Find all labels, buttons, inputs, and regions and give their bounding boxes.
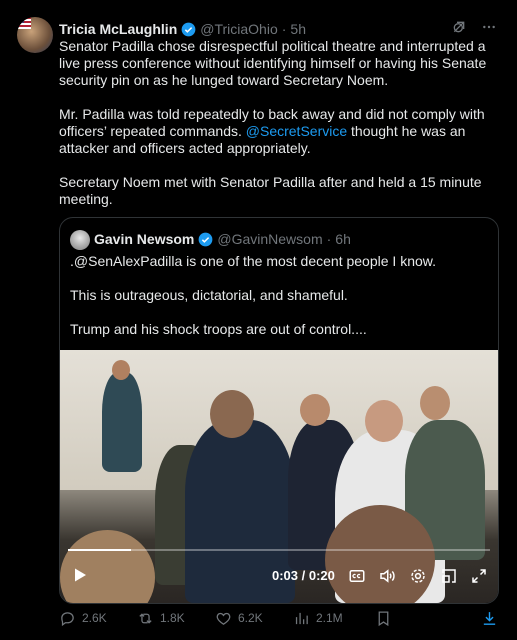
quoted-author-avatar[interactable]: [70, 230, 90, 250]
quoted-line-2: This is outrageous, dictatorial, and sha…: [70, 287, 348, 303]
quoted-tweet-time[interactable]: 6h: [335, 231, 351, 247]
video-controls: 0:03 / 0:20: [60, 563, 498, 589]
play-icon[interactable]: [72, 567, 88, 583]
tweet-text: Senator Padilla chose disrespectful poli…: [59, 38, 499, 225]
view-count: 2.1M: [316, 611, 343, 625]
video-figure-head: [210, 390, 254, 438]
repost-icon: [139, 612, 152, 624]
like-button[interactable]: 6.2K: [215, 610, 263, 627]
more-icon[interactable]: [481, 19, 497, 35]
repost-button[interactable]: 1.8K: [137, 610, 185, 627]
pip-icon[interactable]: [440, 567, 458, 585]
video-progress-fill: [68, 549, 132, 551]
views-button[interactable]: 2.1M: [293, 610, 343, 627]
reply-count: 2.6K: [82, 611, 107, 625]
video-figure-head: [300, 394, 330, 426]
quoted-author-handle[interactable]: @GavinNewsom: [217, 231, 322, 247]
tweet-paragraph-2: Mr. Padilla was told repeatedly to back …: [59, 106, 499, 157]
quoted-tweet-text: .@SenAlexPadilla is one of the most dece…: [70, 253, 490, 355]
tweet-paragraph-3: Secretary Noem met with Senator Padilla …: [59, 174, 482, 207]
video-figure-head: [420, 386, 450, 420]
repost-count: 1.8K: [160, 611, 185, 625]
bookmark-button[interactable]: [375, 610, 392, 627]
video-figure-head: [112, 360, 130, 380]
separator-dot: ·: [326, 231, 332, 247]
flag-icon: [17, 17, 31, 29]
tweet-paragraph-1: Senator Padilla chose disrespectful poli…: [59, 38, 487, 88]
fullscreen-icon[interactable]: [470, 567, 488, 585]
tweet-actions: 2.6K 1.8K 6.2K 2.1M: [59, 608, 499, 628]
reply-icon: [61, 611, 74, 626]
tweet[interactable]: Tricia McLaughlin @TriciaOhio · 5h Senat…: [0, 0, 517, 640]
views-icon: [295, 612, 308, 624]
verified-badge-icon: [199, 232, 213, 246]
download-button[interactable]: [481, 610, 498, 627]
author-name[interactable]: Tricia McLaughlin: [59, 21, 177, 37]
header-actions: [451, 19, 497, 35]
download-icon: [483, 611, 496, 625]
quoted-tweet[interactable]: Gavin Newsom @GavinNewsom · 6h .@SenAlex…: [59, 217, 499, 604]
quoted-tweet-header: Gavin Newsom @GavinNewsom · 6h: [94, 231, 351, 247]
secret-service-mention-link[interactable]: @SecretService: [246, 123, 347, 139]
quoted-author-name[interactable]: Gavin Newsom: [94, 231, 194, 247]
video-player[interactable]: 0:03 / 0:20: [60, 350, 498, 603]
video-time: 0:03 / 0:20: [272, 568, 335, 583]
quoted-line-1: .@SenAlexPadilla is one of the most dece…: [70, 253, 436, 269]
verified-badge-icon: [181, 22, 196, 36]
author-handle[interactable]: @TriciaOhio: [200, 21, 278, 37]
settings-icon[interactable]: [409, 567, 427, 585]
grok-icon[interactable]: [451, 19, 467, 35]
tweet-header: Tricia McLaughlin @TriciaOhio · 5h: [59, 19, 497, 39]
video-progress-bar[interactable]: [68, 549, 490, 551]
video-figure-head: [365, 400, 403, 442]
like-icon: [216, 612, 231, 625]
quoted-line-3: Trump and his shock troops are out of co…: [70, 321, 367, 337]
author-avatar[interactable]: [17, 17, 53, 53]
volume-icon[interactable]: [378, 567, 396, 585]
bookmark-icon: [378, 610, 389, 626]
video-figure-woman: [102, 372, 142, 472]
like-count: 6.2K: [238, 611, 263, 625]
tweet-time[interactable]: 5h: [290, 21, 306, 37]
separator-dot: ·: [281, 21, 287, 37]
reply-button[interactable]: 2.6K: [59, 610, 107, 627]
captions-icon[interactable]: [348, 567, 366, 585]
